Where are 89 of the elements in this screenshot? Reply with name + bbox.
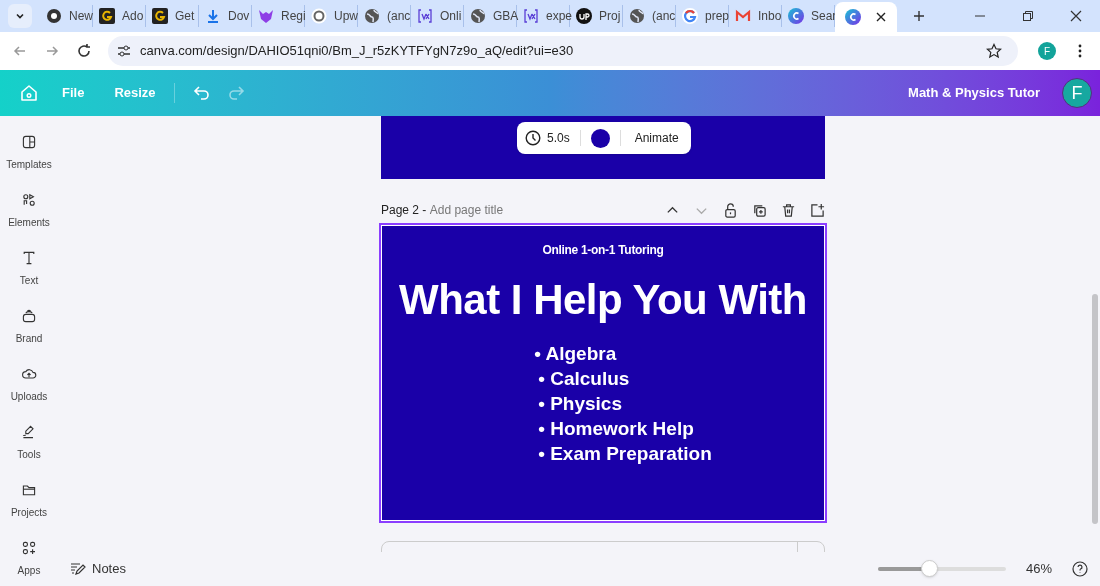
browser-tab[interactable]: Get [146,5,199,27]
tab-title: Dov [228,8,250,25]
cloud-upload-icon [19,366,39,382]
page-title-field[interactable]: Add page title [429,201,504,219]
reload-icon[interactable] [76,43,92,59]
browser-tab[interactable]: GBA [464,5,517,27]
sidebar-item[interactable]: Uploads [10,366,48,402]
vx-icon [523,8,539,24]
design-title[interactable]: Math & Physics Tutor [908,83,1040,103]
browser-tab[interactable]: expe [517,5,570,27]
bullet-item: • Algebra [534,342,617,366]
close-icon[interactable] [1070,10,1082,22]
page-label: Page 2 - [381,202,428,219]
clock-icon [525,130,541,146]
sidebar-item[interactable]: Brand [15,308,43,344]
tab-title: Sear [811,8,837,25]
slide-heading: What I Help You With [399,279,807,321]
globe-icon [470,8,486,24]
globe-icon [364,8,380,24]
tab-title: Onli [440,8,462,25]
canva-icon [788,8,804,24]
g-logo-icon [152,8,168,24]
tab-title: Regi [281,8,306,25]
sidebar-item[interactable]: Apps [17,540,41,576]
scrollbar-thumb[interactable] [1092,294,1098,524]
browser-tab[interactable]: Upw [305,5,358,27]
sidebar-item[interactable]: Text [19,250,39,286]
tab-title: expe [546,8,573,25]
address-field[interactable]: canva.com/design/DAHIO51qni0/Bm_J_r5zKYTFYgN7z9o_aQ/edit?ui=e30 [108,36,1018,66]
add-page-icon[interactable] [810,202,825,218]
browser-tab[interactable]: prep [676,5,729,27]
vx-icon [417,8,433,24]
zoom-reading: 46% [1025,560,1052,579]
tab-title: Get [175,8,195,25]
tab-title: Ado [122,8,144,25]
animate-button[interactable]: Animate [630,129,683,147]
sidebar-item[interactable]: Templates [6,134,52,170]
browser-tab[interactable]: Onli [411,5,464,27]
tab-title: New [69,8,93,25]
browser-tab[interactable]: Dov [199,5,252,27]
duration-button[interactable]: 5.0s [525,129,570,147]
tab-search-button[interactable] [8,4,32,28]
site-settings-icon [116,43,132,59]
flower-icon [311,8,327,24]
browser-tab[interactable]: Sear [782,5,835,27]
mail-icon [735,8,751,24]
new-tab-icon[interactable] [913,10,925,22]
browser-tab[interactable]: New [40,5,93,27]
sidebar-item[interactable]: Tools [17,424,41,460]
url-text: canva.com/design/DAHIO51qni0/Bm_J_r5zKYTFYgN7z9o_aQ/edit?ui=e30 [140,42,574,61]
sidebar-item[interactable]: Elements [8,192,50,228]
canva-icon [845,9,861,25]
notes-button[interactable]: Notes [70,559,126,579]
star-icon[interactable] [986,43,1002,59]
sidebar-item[interactable]: Projects [10,482,48,518]
help-icon[interactable] [1072,561,1088,577]
tab-title: Upw [334,8,358,25]
browser-tab[interactable]: Inbo [729,5,782,27]
bullet-item: • Physics [538,392,622,416]
tab-title: (anc [652,8,676,25]
bullet-item: • Homework Help [538,417,694,441]
close-icon[interactable] [875,11,887,23]
browser-tab[interactable] [835,2,897,32]
restore-icon[interactable] [1022,10,1034,22]
google-icon [682,8,698,24]
color-swatch[interactable] [590,128,610,148]
tab-title: Proj [599,8,621,25]
bullet-item: • Exam Preparation [538,442,712,466]
tab-title: GBA [493,8,519,25]
slide-subtitle: Online 1-on-1 Tutoring [542,242,664,259]
browser-icon [46,8,62,24]
bullet-item: • Calculus [538,367,630,391]
browser-tab[interactable]: Regi [252,5,305,27]
up-logo-icon [576,8,592,24]
browser-tab[interactable]: (anc [358,5,411,27]
browser-tab[interactable]: (anc [623,5,676,27]
globe-icon [629,8,645,24]
slider-thumb[interactable] [921,560,939,577]
trash-icon[interactable] [781,202,796,218]
tab-title: Inbo [758,8,782,25]
tab-title: (anc [387,8,411,25]
tab-title: prep [705,8,730,25]
duplicate-icon[interactable] [752,202,767,218]
browser-tab[interactable]: Ado [93,5,146,27]
horns-icon [258,8,274,24]
g-logo-icon [99,8,115,24]
unlock-icon[interactable] [723,202,738,218]
notes-icon [70,561,86,577]
download-icon [205,8,221,24]
